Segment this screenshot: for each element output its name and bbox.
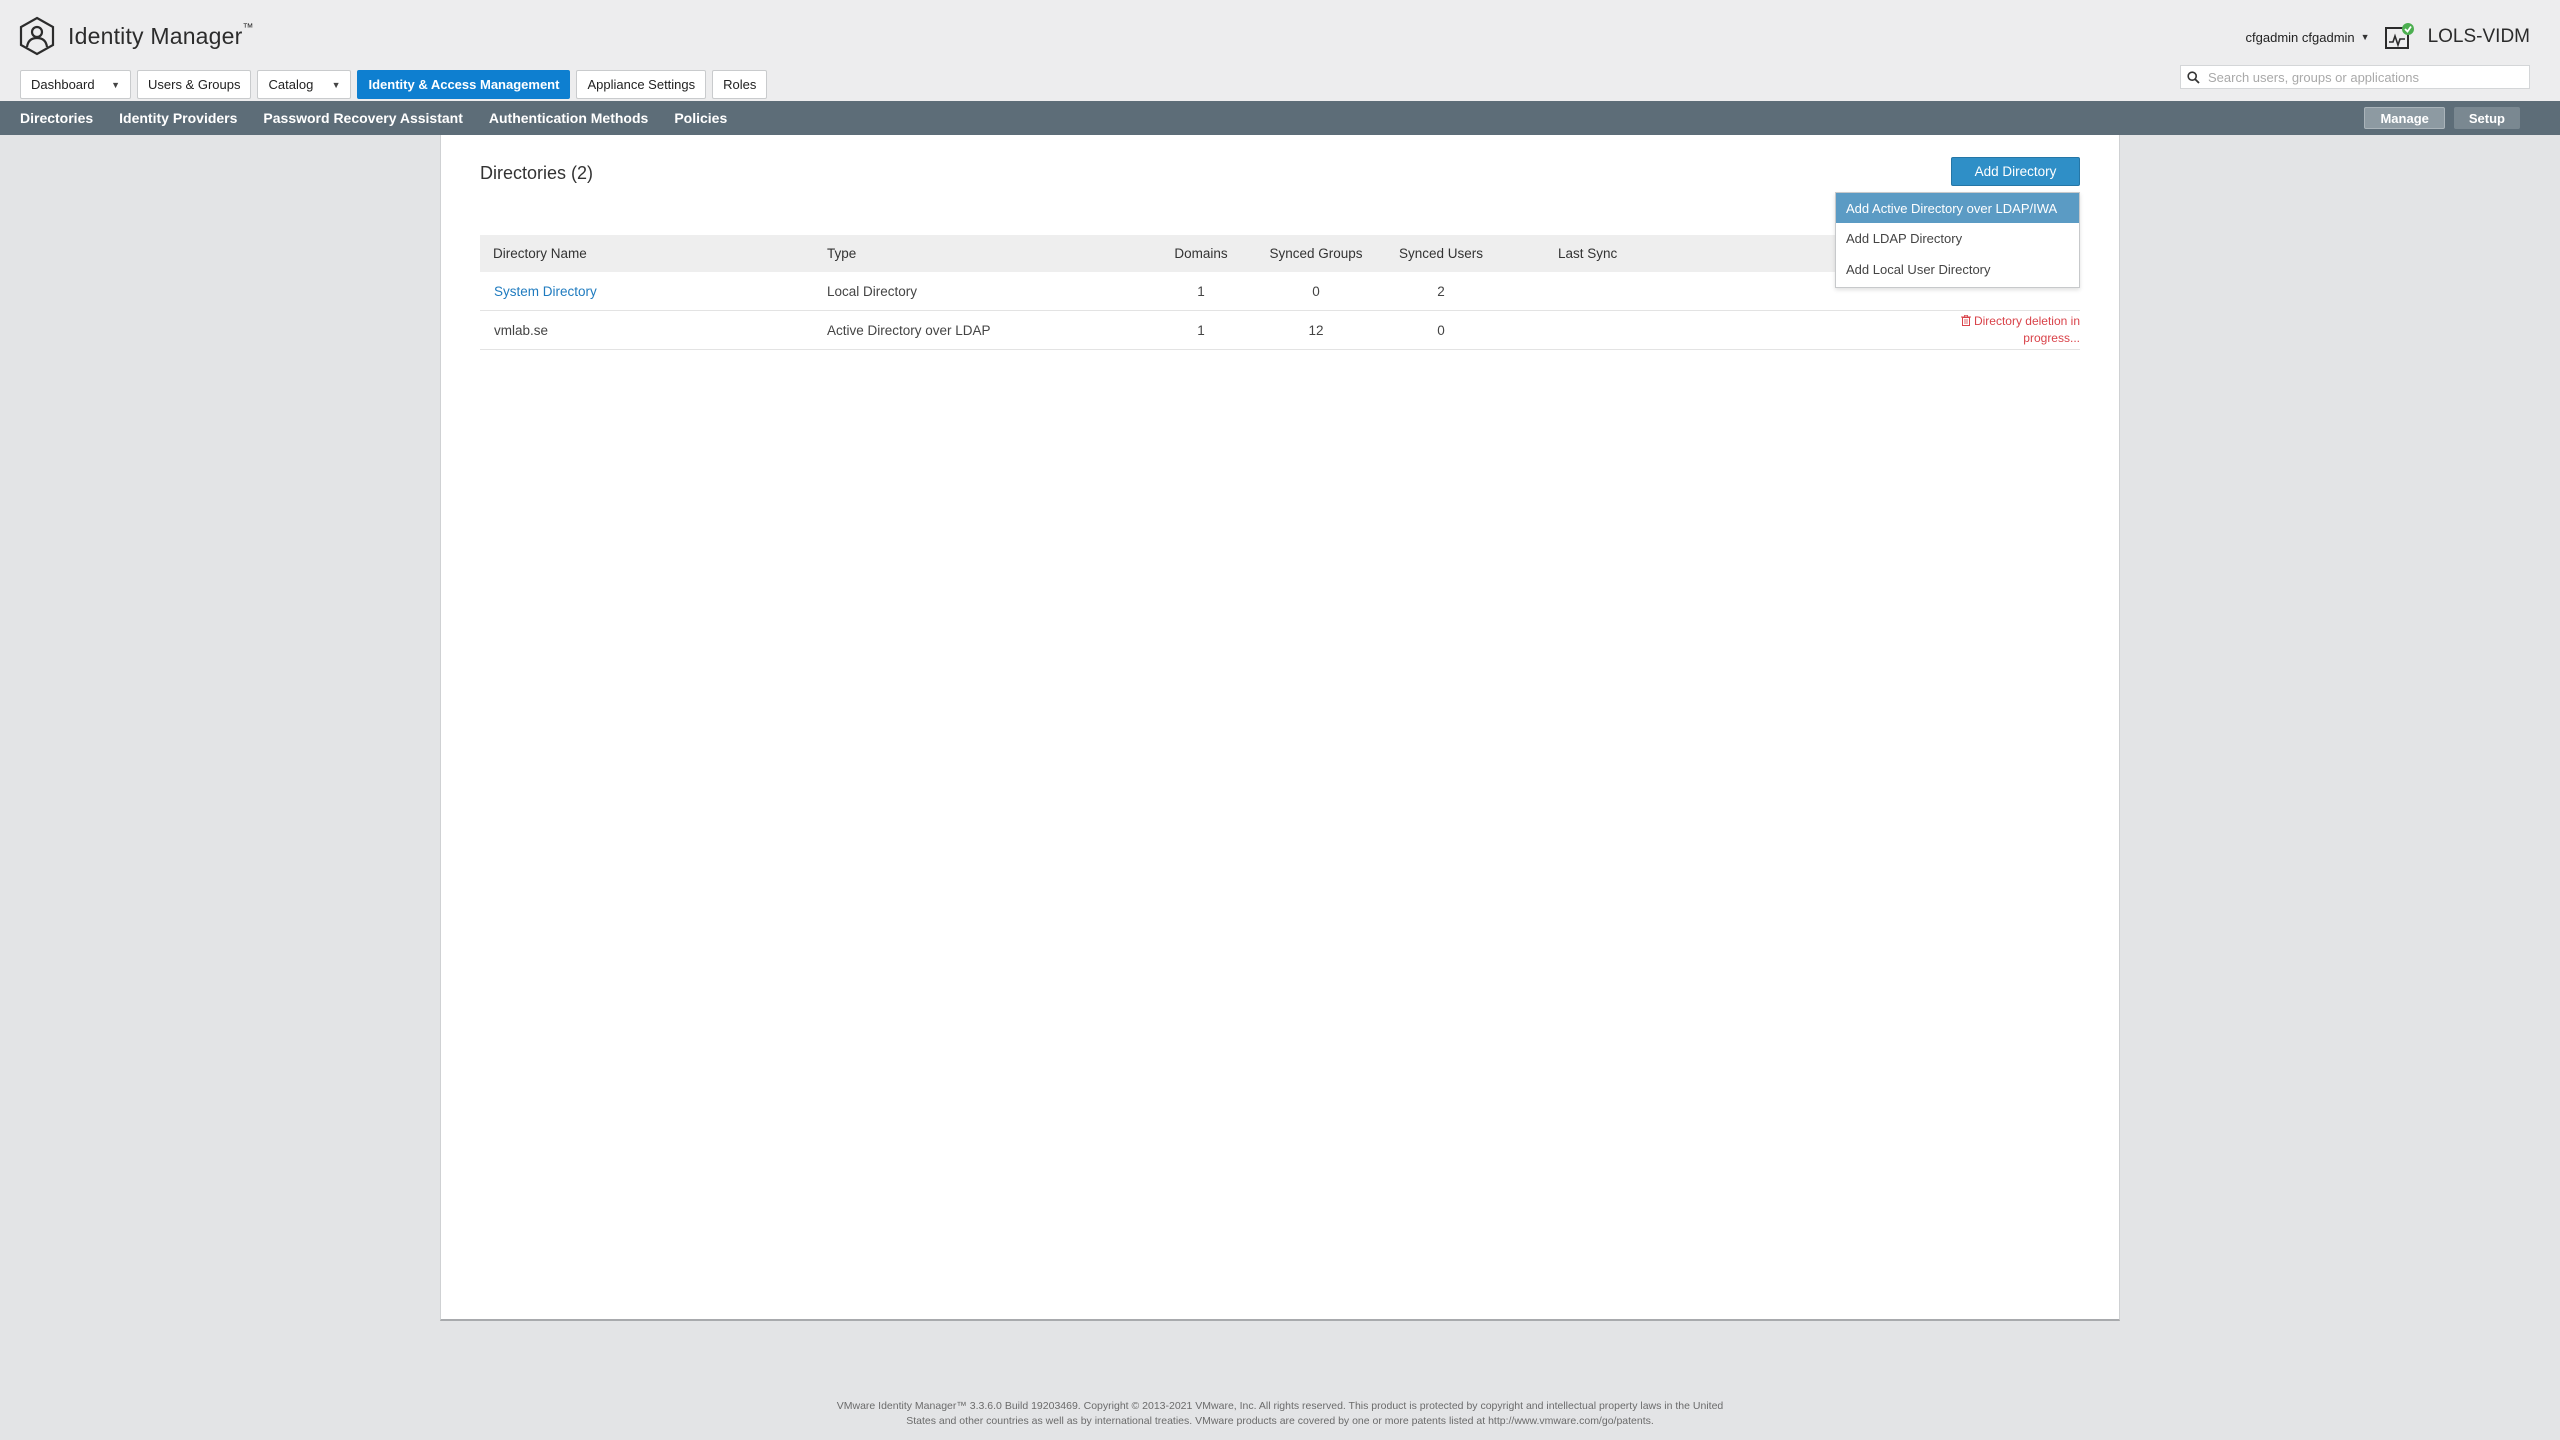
tab-dashboard[interactable]: Dashboard ▼ bbox=[20, 70, 131, 99]
column-header-last-sync[interactable]: Last Sync bbox=[1501, 235, 1853, 272]
add-directory-menu: Add Active Directory over LDAP/IWA Add L… bbox=[1835, 192, 2080, 288]
column-header-type[interactable]: Type bbox=[827, 235, 1151, 272]
tab-label: Dashboard bbox=[31, 77, 95, 92]
last-sync-cell bbox=[1501, 272, 1853, 311]
menu-item-add-ldap-directory[interactable]: Add LDAP Directory bbox=[1836, 223, 2079, 254]
deletion-status-text-2: progress... bbox=[2023, 331, 2080, 345]
page-title: Directories (2) bbox=[480, 163, 594, 183]
add-directory-button[interactable]: Add Directory bbox=[1951, 157, 2080, 186]
column-header-synced-groups[interactable]: Synced Groups bbox=[1251, 235, 1381, 272]
tab-label: Users & Groups bbox=[148, 77, 241, 92]
directory-name-cell: vmlab.se bbox=[480, 310, 827, 350]
synced-users-cell: 0 bbox=[1381, 310, 1501, 350]
footer-copyright-line-2: States and other countries as well as by… bbox=[906, 1415, 1654, 1427]
directory-type-cell: Local Directory bbox=[827, 272, 1151, 311]
tab-label: Appliance Settings bbox=[587, 77, 696, 92]
subnav-item-policies[interactable]: Policies bbox=[661, 110, 740, 126]
tab-identity-access-management[interactable]: Identity & Access Management bbox=[357, 70, 571, 99]
tab-label: Roles bbox=[723, 77, 757, 92]
directory-name-cell: System Directory bbox=[480, 272, 827, 311]
tab-appliance-settings[interactable]: Appliance Settings bbox=[576, 70, 707, 99]
global-search bbox=[2180, 65, 2530, 89]
tab-label: Identity & Access Management bbox=[368, 77, 560, 92]
domains-cell: 1 bbox=[1151, 310, 1251, 350]
menu-item-add-active-directory[interactable]: Add Active Directory over LDAP/IWA bbox=[1836, 193, 2079, 223]
status-cell: Directory deletion in progress... bbox=[1853, 310, 2080, 350]
deletion-status: Directory deletion in progress... bbox=[1950, 313, 2080, 347]
user-menu-caret-icon[interactable]: ▼ bbox=[2361, 32, 2370, 42]
user-menu[interactable]: cfgadmin cfgadmin bbox=[2246, 30, 2355, 45]
identity-manager-logo-icon bbox=[19, 16, 55, 56]
tab-roles[interactable]: Roles bbox=[712, 70, 768, 99]
synced-groups-cell: 12 bbox=[1251, 310, 1381, 350]
domains-cell: 1 bbox=[1151, 272, 1251, 311]
last-sync-cell bbox=[1501, 310, 1853, 350]
mode-switch: Manage Setup bbox=[2364, 107, 2520, 129]
main-tabs: Dashboard ▼ Users & Groups Catalog ▼ Ident… bbox=[20, 70, 768, 99]
subnav-item-directories[interactable]: Directories bbox=[0, 110, 106, 126]
app-title: Identity Manager™ bbox=[68, 21, 254, 49]
column-header-directory-name[interactable]: Directory Name bbox=[480, 235, 827, 272]
table-row: vmlab.se Active Directory over LDAP 1 12… bbox=[480, 310, 2080, 350]
footer: VMware Identity Manager™ 3.3.6.0 Build 1… bbox=[0, 1399, 2560, 1429]
trash-icon bbox=[1960, 315, 1971, 326]
search-input[interactable] bbox=[2206, 68, 2523, 86]
subnav-item-authentication-methods[interactable]: Authentication Methods bbox=[476, 110, 661, 126]
footer-copyright-line-1: VMware Identity Manager™ 3.3.6.0 Build 1… bbox=[836, 1400, 1724, 1412]
chevron-down-icon: ▼ bbox=[111, 79, 120, 90]
synced-groups-cell: 0 bbox=[1251, 272, 1381, 311]
sub-navigation: Directories Identity Providers Password … bbox=[0, 101, 2560, 135]
column-header-synced-users[interactable]: Synced Users bbox=[1381, 235, 1501, 272]
header: Identity Manager™ cfgadmin cfgadmin ▼ LO… bbox=[0, 0, 2560, 101]
chevron-down-icon: ▼ bbox=[331, 79, 341, 90]
subnav-item-password-recovery-assistant[interactable]: Password Recovery Assistant bbox=[250, 110, 475, 126]
directories-panel: Directories (2) Add Directory Add Active… bbox=[440, 135, 2120, 1321]
tab-users-groups[interactable]: Users & Groups bbox=[137, 70, 252, 99]
menu-item-add-local-user-directory[interactable]: Add Local User Directory bbox=[1836, 254, 2079, 285]
synced-users-cell: 2 bbox=[1381, 272, 1501, 311]
search-icon bbox=[2187, 70, 2200, 84]
setup-button[interactable]: Setup bbox=[2453, 107, 2520, 129]
app-logo[interactable]: Identity Manager™ bbox=[18, 16, 254, 56]
tenant-name: LOLS-VIDM bbox=[2427, 26, 2530, 47]
tab-label: Catalog bbox=[268, 77, 314, 92]
directory-type-cell: Active Directory over LDAP bbox=[827, 310, 1151, 350]
column-header-domains[interactable]: Domains bbox=[1151, 235, 1251, 272]
system-health-icon[interactable] bbox=[2384, 22, 2414, 52]
directory-link[interactable]: System Directory bbox=[494, 284, 597, 299]
manage-button[interactable]: Manage bbox=[2364, 107, 2445, 129]
tab-catalog[interactable]: Catalog ▼ bbox=[257, 70, 352, 99]
user-area: cfgadmin cfgadmin ▼ LOLS-VIDM bbox=[2246, 20, 2530, 54]
deletion-status-text: Directory deletion in bbox=[1973, 314, 2080, 328]
subnav-item-identity-providers[interactable]: Identity Providers bbox=[106, 110, 250, 126]
